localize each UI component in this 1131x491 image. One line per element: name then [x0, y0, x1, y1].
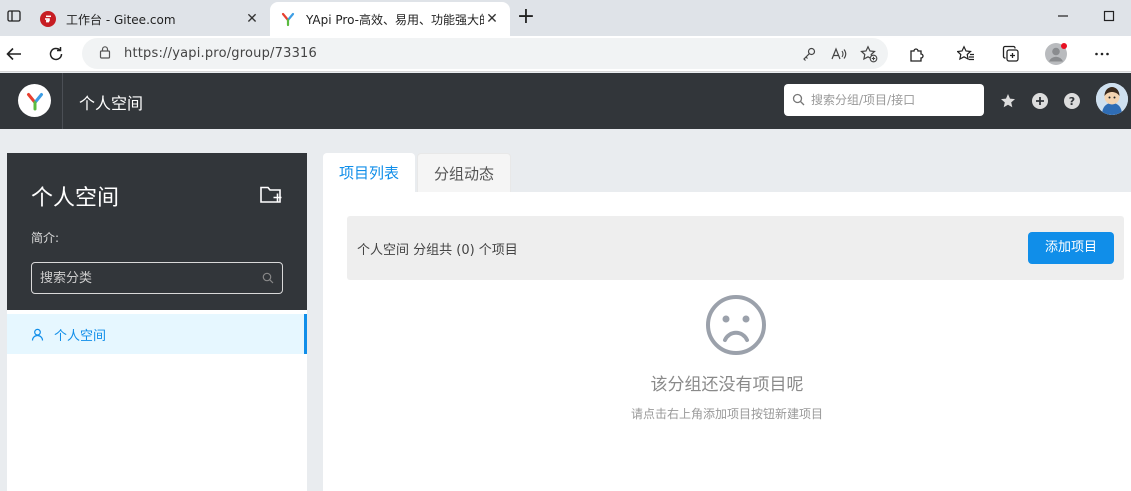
url-text: https://yapi.pro/group/73316	[124, 46, 317, 61]
sidebar-item-label: 个人空间	[54, 328, 107, 344]
user-avatar[interactable]	[1096, 83, 1128, 115]
profile-icon[interactable]	[1042, 40, 1070, 68]
group-sidebar: 个人空间 简介: 个人空间	[7, 153, 307, 491]
minimize-icon[interactable]	[1041, 0, 1085, 32]
add-project-button[interactable]: 添加项目	[1027, 232, 1114, 264]
sidebar-item-personal-space[interactable]: 个人空间	[7, 314, 307, 354]
group-name: 个人空间	[31, 186, 120, 211]
search-icon	[792, 91, 805, 110]
new-tab-icon[interactable]: +	[512, 4, 540, 32]
sad-face-icon	[704, 293, 768, 357]
page-title: 个人空间	[79, 94, 144, 113]
back-icon[interactable]	[0, 40, 28, 68]
tab-group-activity[interactable]: 分组动态	[417, 153, 512, 192]
close-tab-icon[interactable]: ✕	[484, 11, 500, 27]
gitee-logo-icon	[40, 11, 56, 27]
favorites-icon[interactable]	[952, 40, 980, 68]
tab-project-list[interactable]: 项目列表	[323, 153, 416, 192]
folder-add-icon[interactable]	[259, 183, 285, 207]
tab-title: 工作台 - Gitee.com	[66, 12, 176, 27]
lock-icon	[98, 45, 112, 63]
more-icon[interactable]	[1088, 40, 1116, 68]
browser-tab-bar: 工作台 - Gitee.com ✕ YApi Pro-高效、易用、功能强大的 ✕…	[0, 0, 1131, 36]
header-divider	[62, 73, 63, 129]
global-search-input[interactable]	[811, 93, 981, 107]
browser-tab-yapi[interactable]: YApi Pro-高效、易用、功能强大的 ✕	[270, 2, 510, 36]
key-icon[interactable]	[794, 39, 824, 69]
project-list-panel: 个人空间 分组共 (0) 个项目 添加项目 该分组还没有项目呢 请点击右上角添加…	[323, 192, 1131, 491]
empty-state-description: 请点击右上角添加项目按钮新建项目	[630, 407, 823, 421]
main-tabs: 项目列表 分组动态	[323, 153, 513, 192]
extensions-icon[interactable]	[903, 40, 931, 68]
project-count-text: 个人空间 分组共 (0) 个项目	[357, 242, 518, 258]
browser-toolbar: https://yapi.pro/group/73316	[0, 36, 1131, 72]
maximize-icon[interactable]	[1087, 0, 1131, 32]
group-description-label: 简介:	[31, 231, 60, 245]
yapi-logo-icon[interactable]	[18, 84, 51, 117]
refresh-icon[interactable]	[42, 40, 70, 68]
read-aloud-icon[interactable]	[824, 39, 854, 69]
close-tab-icon[interactable]: ✕	[244, 11, 260, 27]
tab-title: YApi Pro-高效、易用、功能强大的	[306, 12, 484, 27]
main-content: 项目列表 分组动态 个人空间 分组共 (0) 个项目 添加项目 该分组还没有项目…	[323, 153, 1131, 491]
collections-icon[interactable]	[997, 40, 1025, 68]
yapi-logo-icon	[281, 12, 295, 27]
category-search-input[interactable]	[40, 270, 262, 286]
plus-circle-icon[interactable]	[1030, 91, 1050, 111]
add-favorite-icon[interactable]	[854, 39, 884, 69]
project-summary-bar: 个人空间 分组共 (0) 个项目 添加项目	[347, 216, 1124, 280]
header-search[interactable]	[784, 84, 984, 116]
app-header: 个人空间 ?	[0, 73, 1131, 129]
star-icon[interactable]	[998, 91, 1018, 111]
user-icon	[31, 328, 44, 341]
search-icon	[262, 269, 274, 288]
address-bar[interactable]: https://yapi.pro/group/73316	[82, 38, 888, 69]
svg-text:?: ?	[1069, 95, 1075, 108]
category-search[interactable]	[31, 262, 283, 294]
help-circle-icon[interactable]: ?	[1062, 91, 1082, 111]
group-info-panel: 个人空间 简介:	[7, 153, 307, 310]
browser-tab-gitee[interactable]: 工作台 - Gitee.com ✕	[30, 2, 270, 36]
empty-state-title: 该分组还没有项目呢	[650, 375, 804, 395]
